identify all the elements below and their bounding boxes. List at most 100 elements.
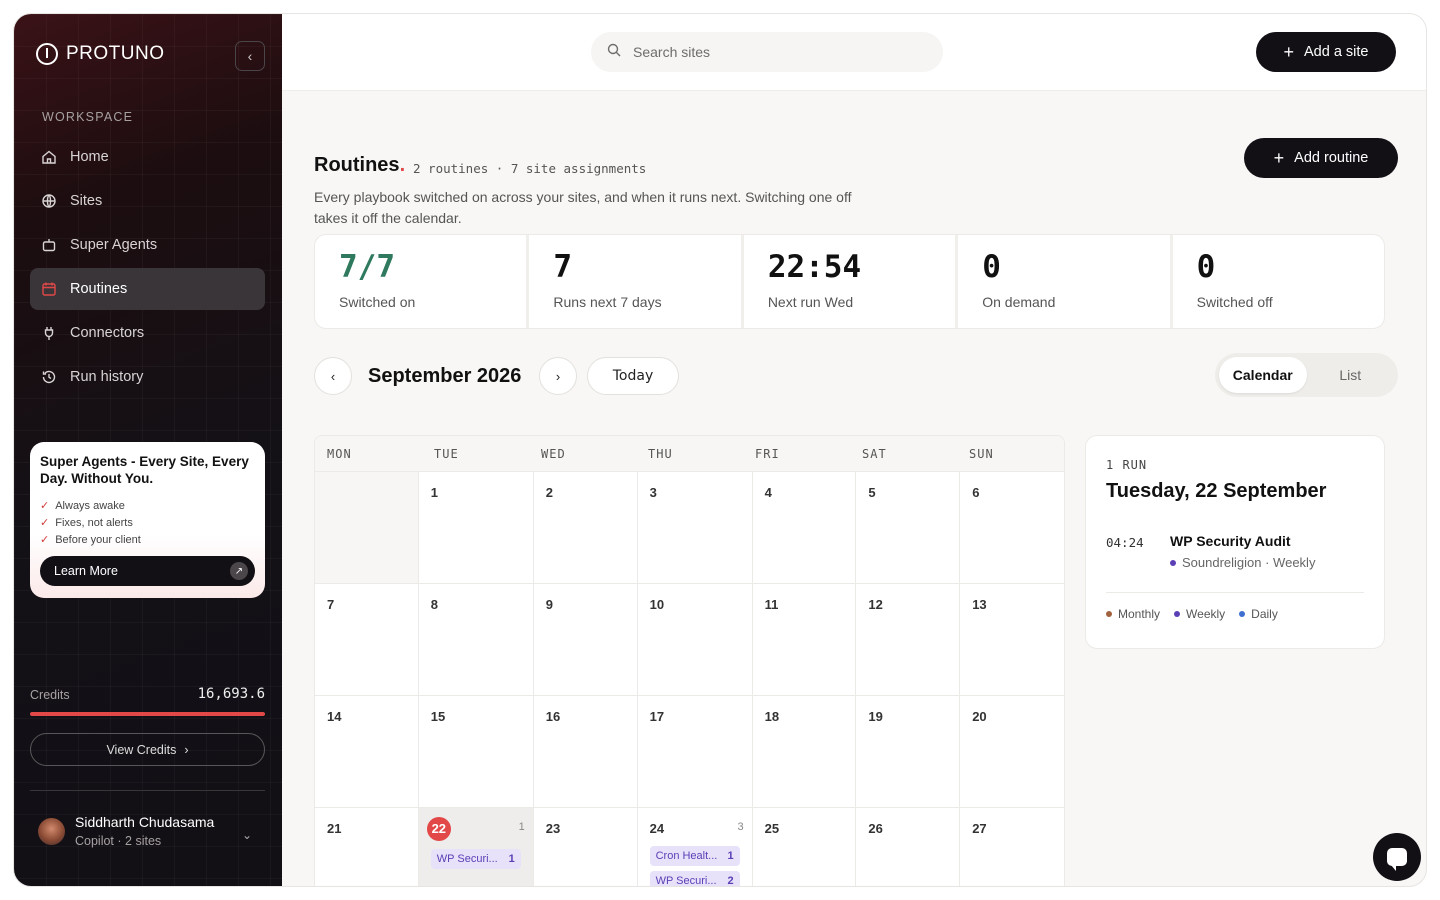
- event-chip[interactable]: WP Securi... 2: [649, 871, 740, 887]
- chevron-right-icon: ›: [555, 368, 561, 384]
- calendar-day-6[interactable]: 6: [960, 472, 1064, 584]
- calendar-day-9[interactable]: 9: [533, 584, 638, 696]
- today-button[interactable]: Today: [587, 357, 679, 395]
- promo-bullet: ✓ Fixes, not alerts: [40, 514, 255, 531]
- event-chip[interactable]: WP Securi... 1: [430, 848, 521, 869]
- credits-progress-bar: [30, 712, 265, 716]
- calendar-day-13[interactable]: 13: [960, 584, 1064, 696]
- event-label: WP Securi...: [436, 852, 498, 865]
- sidebar-item-connectors[interactable]: Connectors: [30, 312, 265, 354]
- list-view-tab[interactable]: List: [1307, 357, 1395, 393]
- calendar-day-16[interactable]: 16: [533, 696, 638, 808]
- calendar-day-11[interactable]: 11: [752, 584, 857, 696]
- calendar-day-24[interactable]: 24 3 Cron Healt... 1 WP Securi... 2: [638, 808, 753, 887]
- calendar-day-27[interactable]: 27: [960, 808, 1064, 886]
- add-routine-label: Add routine: [1294, 150, 1369, 166]
- next-month-button[interactable]: ›: [539, 357, 577, 395]
- calendar-grid: MON TUE WED THU FRI SAT SUN 1 2 3 4 5 6 7 8 9 10 11 12 13 1…: [314, 435, 1065, 887]
- day-number: 6: [972, 485, 980, 500]
- calendar-day-19[interactable]: 19: [856, 696, 961, 808]
- calendar-day-18[interactable]: 18: [752, 696, 857, 808]
- day-number: 5: [868, 485, 876, 500]
- plug-icon: [40, 324, 58, 342]
- event-count: 2: [727, 875, 734, 887]
- day-number: 1: [430, 485, 439, 500]
- calendar-day-7[interactable]: 7: [315, 584, 419, 696]
- frequency-legend: Monthly Weekly Daily: [1106, 607, 1364, 621]
- day-number: 26: [868, 821, 883, 836]
- view-credits-button[interactable]: View Credits ›: [30, 733, 265, 766]
- stats-row: 7/7 Switched on 7 Runs next 7 days 22:54…: [314, 234, 1385, 329]
- check-icon: ✓: [40, 500, 50, 512]
- user-profile[interactable]: Siddharth Chudasama Copilot · 2 sites: [38, 814, 214, 848]
- credits-progress-fill: [30, 712, 265, 716]
- legend-label: Weekly: [1186, 607, 1226, 621]
- stat-next-run: 22:54 Next run Wed: [744, 235, 959, 328]
- stat-value: 22:54: [767, 249, 862, 285]
- day-number: 14: [327, 709, 342, 724]
- stat-value: 0: [1196, 249, 1216, 285]
- event-count: 1: [508, 852, 515, 865]
- calendar-day-8[interactable]: 8: [418, 584, 534, 696]
- stat-label: On demand: [982, 294, 1056, 310]
- calendar-day-23[interactable]: 23: [534, 808, 638, 886]
- calendar-day-20[interactable]: 20: [960, 696, 1064, 808]
- promo-card: Super Agents - Every Site, Every Day. Wi…: [30, 442, 265, 598]
- previous-month-button[interactable]: ‹: [314, 357, 352, 395]
- learn-more-button[interactable]: Learn More ↗: [40, 556, 255, 586]
- brand-name: PROTUNO: [66, 43, 165, 64]
- run-item[interactable]: 04:24 WP Security Audit Soundreligion · …: [1106, 533, 1364, 570]
- run-site-text: Soundreligion · Weekly: [1182, 555, 1316, 570]
- sidebar-item-label: Home: [70, 149, 109, 165]
- weekday-label: SUN: [969, 447, 994, 461]
- sidebar-item-super-agents[interactable]: Super Agents: [30, 224, 265, 266]
- sidebar-item-run-history[interactable]: Run history: [30, 356, 265, 398]
- app-window: PROTUNO ‹ WORKSPACE Home Sites Super Age…: [13, 13, 1427, 887]
- event-chip[interactable]: Cron Healt... 1: [649, 846, 740, 866]
- weekday-label: SAT: [862, 447, 887, 461]
- calendar-day-5[interactable]: 5: [856, 472, 961, 584]
- search-input[interactable]: Search sites: [591, 32, 943, 72]
- calendar-icon: [40, 280, 58, 298]
- weekly-dot-icon: [1174, 611, 1181, 617]
- sidebar-item-label: Run history: [70, 369, 144, 385]
- calendar-day-1[interactable]: 1: [418, 472, 534, 584]
- chevron-down-icon[interactable]: ⌄: [242, 828, 252, 842]
- add-routine-button[interactable]: + Add routine: [1244, 138, 1398, 178]
- calendar-day-17[interactable]: 17: [637, 696, 753, 808]
- calendar-day-14[interactable]: 14: [315, 696, 419, 808]
- page-meta: 2 routines · 7 site assignments: [413, 161, 647, 176]
- calendar-day-25[interactable]: 25: [753, 808, 857, 886]
- day-number: 19: [868, 709, 883, 724]
- chevron-right-icon: ›: [184, 742, 189, 757]
- day-number: 12: [868, 597, 883, 612]
- calendar-day-22[interactable]: 22 1 WP Securi... 1: [418, 808, 534, 886]
- chevron-left-icon: ‹: [330, 368, 336, 384]
- calendar-day-12[interactable]: 12: [856, 584, 961, 696]
- sidebar-item-routines[interactable]: Routines: [30, 268, 265, 310]
- calendar-day-15[interactable]: 15: [418, 696, 534, 808]
- calendar-day-4[interactable]: 4: [752, 472, 857, 584]
- calendar-day-3[interactable]: 3: [637, 472, 753, 584]
- stat-value: 7: [553, 249, 573, 285]
- sidebar-divider: [30, 790, 265, 791]
- stat-switched-on: 7/7 Switched on: [315, 235, 530, 328]
- weekday-label: FRI: [755, 447, 780, 461]
- calendar-day-2[interactable]: 2: [533, 472, 638, 584]
- calendar-view-tab[interactable]: Calendar: [1219, 357, 1307, 393]
- stat-label: Next run Wed: [767, 294, 854, 310]
- workspace-label: WORKSPACE: [42, 110, 134, 124]
- sidebar-item-sites[interactable]: Sites: [30, 180, 265, 222]
- collapse-sidebar-button[interactable]: ‹: [235, 41, 265, 71]
- calendar-day-10[interactable]: 10: [637, 584, 753, 696]
- sidebar-item-home[interactable]: Home: [30, 136, 265, 178]
- promo-title: Super Agents - Every Site, Every Day. Wi…: [40, 454, 249, 486]
- calendar-day-21[interactable]: 21: [315, 808, 419, 886]
- calendar-day-26[interactable]: 26: [856, 808, 961, 886]
- chat-button[interactable]: [1373, 833, 1421, 881]
- day-number: 2: [545, 485, 554, 500]
- chat-icon: [1387, 848, 1407, 871]
- add-site-button[interactable]: + Add a site: [1256, 32, 1396, 72]
- stat-value: 7/7: [339, 249, 395, 285]
- brand[interactable]: PROTUNO: [36, 43, 165, 65]
